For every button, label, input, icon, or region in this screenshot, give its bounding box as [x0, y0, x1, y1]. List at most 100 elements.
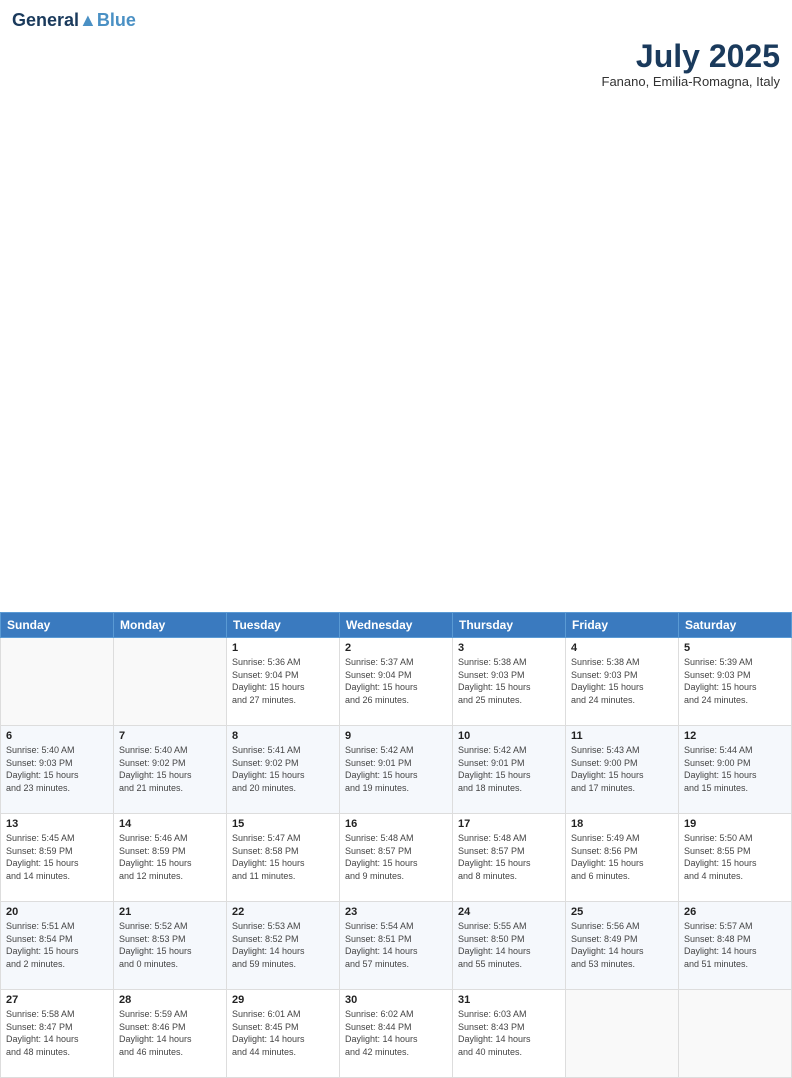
month-title: July 2025 — [12, 39, 780, 74]
day-number: 25 — [571, 906, 673, 918]
weekday-header-monday: Monday — [114, 613, 227, 638]
location-subtitle: Fanano, Emilia-Romagna, Italy — [12, 74, 780, 89]
day-number: 3 — [458, 642, 560, 654]
day-number: 17 — [458, 818, 560, 830]
calendar-cell: 22 Sunrise: 5:53 AM Sunset: 8:52 PM Dayli… — [227, 902, 340, 990]
day-number: 24 — [458, 906, 560, 918]
calendar-cell: 16 Sunrise: 5:48 AM Sunset: 8:57 PM Dayli… — [340, 814, 453, 902]
day-number: 22 — [232, 906, 334, 918]
day-number: 19 — [684, 818, 786, 830]
calendar-cell: 7Sunrise: 5:40 AM Sunset: 9:02 PM Daylig… — [114, 726, 227, 814]
day-info: Sunrise: 5:50 AM Sunset: 8:55 PM Dayligh… — [684, 832, 786, 882]
day-info: Sunrise: 5:53 AM Sunset: 8:52 PM Dayligh… — [232, 920, 334, 970]
day-number: 29 — [232, 994, 334, 1006]
day-info: Sunrise: 5:39 AM Sunset: 9:03 PM Dayligh… — [684, 656, 786, 706]
day-info: Sunrise: 6:02 AM Sunset: 8:44 PM Dayligh… — [345, 1008, 447, 1058]
calendar-cell: 18 Sunrise: 5:49 AM Sunset: 8:56 PM Dayli… — [566, 814, 679, 902]
day-number: 31 — [458, 994, 560, 1006]
day-info: Sunrise: 5:51 AM Sunset: 8:54 PM Dayligh… — [6, 920, 108, 970]
calendar-cell: 19 Sunrise: 5:50 AM Sunset: 8:55 PM Dayli… — [679, 814, 792, 902]
day-number: 21 — [119, 906, 221, 918]
calendar-cell: 4 Sunrise: 5:38 AM Sunset: 9:03 PM Daylig… — [566, 638, 679, 726]
day-info: Sunrise: 5:48 AM Sunset: 8:57 PM Dayligh… — [458, 832, 560, 882]
day-info: Sunrise: 5:36 AM Sunset: 9:04 PM Dayligh… — [232, 656, 334, 706]
day-info: Sunrise: 5:52 AM Sunset: 8:53 PM Dayligh… — [119, 920, 221, 970]
day-number: 14 — [119, 818, 221, 830]
day-info: Sunrise: 5:55 AM Sunset: 8:50 PM Dayligh… — [458, 920, 560, 970]
logo: General▲ Blue — [12, 10, 136, 31]
calendar-cell: 2 Sunrise: 5:37 AM Sunset: 9:04 PM Daylig… — [340, 638, 453, 726]
calendar-cell — [679, 990, 792, 1078]
day-number: 13 — [6, 818, 108, 830]
day-number: 5 — [684, 642, 786, 654]
day-info: Sunrise: 5:59 AM Sunset: 8:46 PM Dayligh… — [119, 1008, 221, 1058]
weekday-header-sunday: Sunday — [1, 613, 114, 638]
day-number: 12 — [684, 730, 786, 742]
calendar-cell: 1 Sunrise: 5:36 AM Sunset: 9:04 PM Daylig… — [227, 638, 340, 726]
day-number: 18 — [571, 818, 673, 830]
day-info: Sunrise: 5:44 AM Sunset: 9:00 PM Dayligh… — [684, 744, 786, 794]
day-number: 11 — [571, 730, 673, 742]
calendar-week-5: 27 Sunrise: 5:58 AM Sunset: 8:47 PM Dayli… — [1, 990, 792, 1078]
calendar-week-4: 20Sunrise: 5:51 AM Sunset: 8:54 PM Dayli… — [1, 902, 792, 990]
day-info: Sunrise: 5:41 AM Sunset: 9:02 PM Dayligh… — [232, 744, 334, 794]
day-number: 4 — [571, 642, 673, 654]
calendar-cell: 31Sunrise: 6:03 AM Sunset: 8:43 PM Dayli… — [453, 990, 566, 1078]
weekday-header-wednesday: Wednesday — [340, 613, 453, 638]
calendar-cell: 5 Sunrise: 5:39 AM Sunset: 9:03 PM Daylig… — [679, 638, 792, 726]
day-info: Sunrise: 5:38 AM Sunset: 9:03 PM Dayligh… — [571, 656, 673, 706]
day-info: Sunrise: 5:58 AM Sunset: 8:47 PM Dayligh… — [6, 1008, 108, 1058]
calendar-cell: 11Sunrise: 5:43 AM Sunset: 9:00 PM Dayli… — [566, 726, 679, 814]
calendar-cell: 21 Sunrise: 5:52 AM Sunset: 8:53 PM Dayli… — [114, 902, 227, 990]
calendar-cell: 29 Sunrise: 6:01 AM Sunset: 8:45 PM Dayli… — [227, 990, 340, 1078]
weekday-header-friday: Friday — [566, 613, 679, 638]
calendar-cell: 24 Sunrise: 5:55 AM Sunset: 8:50 PM Dayli… — [453, 902, 566, 990]
title-block: July 2025 Fanano, Emilia-Romagna, Italy — [12, 39, 780, 89]
calendar-cell: 9 Sunrise: 5:42 AM Sunset: 9:01 PM Daylig… — [340, 726, 453, 814]
day-number: 8 — [232, 730, 334, 742]
day-number: 23 — [345, 906, 447, 918]
day-number: 28 — [119, 994, 221, 1006]
day-number: 9 — [345, 730, 447, 742]
day-info: Sunrise: 5:38 AM Sunset: 9:03 PM Dayligh… — [458, 656, 560, 706]
day-info: Sunrise: 5:45 AM Sunset: 8:59 PM Dayligh… — [6, 832, 108, 882]
day-number: 15 — [232, 818, 334, 830]
calendar-cell: 28 Sunrise: 5:59 AM Sunset: 8:46 PM Dayli… — [114, 990, 227, 1078]
calendar-cell: 27 Sunrise: 5:58 AM Sunset: 8:47 PM Dayli… — [1, 990, 114, 1078]
day-number: 26 — [684, 906, 786, 918]
day-info: Sunrise: 5:42 AM Sunset: 9:01 PM Dayligh… — [345, 744, 447, 794]
day-info: Sunrise: 5:54 AM Sunset: 8:51 PM Dayligh… — [345, 920, 447, 970]
day-number: 10 — [458, 730, 560, 742]
calendar-week-2: 6Sunrise: 5:40 AM Sunset: 9:03 PM Daylig… — [1, 726, 792, 814]
weekday-header-saturday: Saturday — [679, 613, 792, 638]
calendar-cell: 10Sunrise: 5:42 AM Sunset: 9:01 PM Dayli… — [453, 726, 566, 814]
day-info: Sunrise: 5:49 AM Sunset: 8:56 PM Dayligh… — [571, 832, 673, 882]
calendar-cell: 3 Sunrise: 5:38 AM Sunset: 9:03 PM Daylig… — [453, 638, 566, 726]
logo-text: General▲ — [12, 11, 97, 31]
calendar-cell: 8 Sunrise: 5:41 AM Sunset: 9:02 PM Daylig… — [227, 726, 340, 814]
day-info: Sunrise: 5:40 AM Sunset: 9:03 PM Dayligh… — [6, 744, 108, 794]
calendar-week-3: 13 Sunrise: 5:45 AM Sunset: 8:59 PM Dayli… — [1, 814, 792, 902]
page-container: General▲ Blue July 2025 Fanano, Emilia-R… — [0, 0, 792, 612]
calendar-cell: 23 Sunrise: 5:54 AM Sunset: 8:51 PM Dayli… — [340, 902, 453, 990]
calendar-cell: 30Sunrise: 6:02 AM Sunset: 8:44 PM Dayli… — [340, 990, 453, 1078]
day-info: Sunrise: 5:56 AM Sunset: 8:49 PM Dayligh… — [571, 920, 673, 970]
day-number: 1 — [232, 642, 334, 654]
calendar-cell — [114, 638, 227, 726]
calendar-cell — [1, 638, 114, 726]
calendar-cell: 13 Sunrise: 5:45 AM Sunset: 8:59 PM Dayli… — [1, 814, 114, 902]
day-info: Sunrise: 6:01 AM Sunset: 8:45 PM Dayligh… — [232, 1008, 334, 1058]
weekday-header-tuesday: Tuesday — [227, 613, 340, 638]
day-info: Sunrise: 5:37 AM Sunset: 9:04 PM Dayligh… — [345, 656, 447, 706]
weekday-header-thursday: Thursday — [453, 613, 566, 638]
day-number: 16 — [345, 818, 447, 830]
logo-blue: Blue — [97, 10, 136, 31]
day-info: Sunrise: 5:48 AM Sunset: 8:57 PM Dayligh… — [345, 832, 447, 882]
calendar-cell: 15Sunrise: 5:47 AM Sunset: 8:58 PM Dayli… — [227, 814, 340, 902]
day-number: 27 — [6, 994, 108, 1006]
calendar-cell — [566, 990, 679, 1078]
calendar-cell: 26Sunrise: 5:57 AM Sunset: 8:48 PM Dayli… — [679, 902, 792, 990]
calendar-cell: 6Sunrise: 5:40 AM Sunset: 9:03 PM Daylig… — [1, 726, 114, 814]
calendar-cell: 12 Sunrise: 5:44 AM Sunset: 9:00 PM Dayli… — [679, 726, 792, 814]
day-number: 2 — [345, 642, 447, 654]
